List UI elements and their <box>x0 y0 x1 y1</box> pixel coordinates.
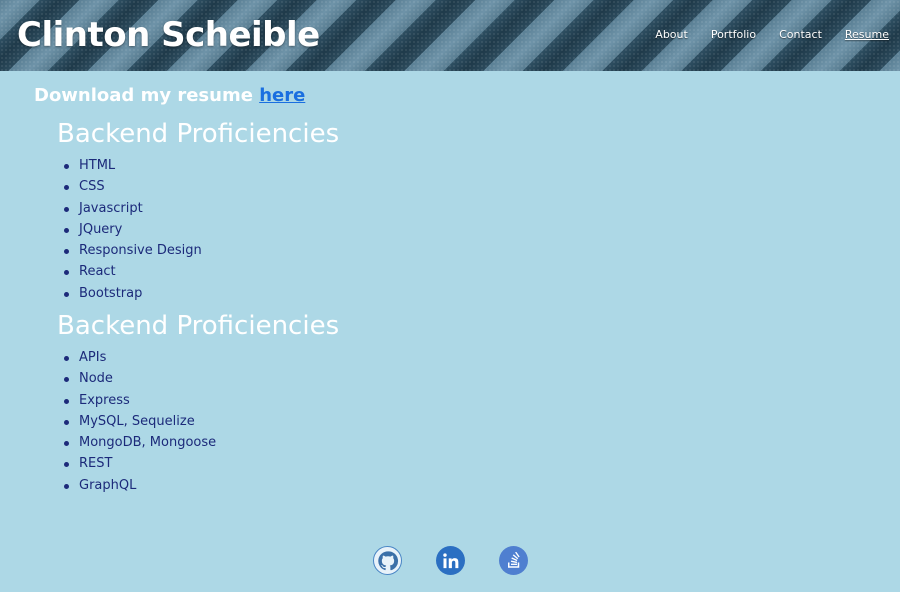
list-item: JQuery <box>57 219 202 240</box>
download-resume-text: Download my resume here <box>34 84 305 108</box>
list-item: MySQL, Sequelize <box>57 411 216 432</box>
section-title-backend: Backend Proficiencies <box>57 311 340 341</box>
list-item: GraphQL <box>57 475 216 496</box>
proficiency-list-2: APIs Node Express MySQL, Sequelize Mongo… <box>57 347 216 496</box>
list-item: REST <box>57 453 216 474</box>
site-header: Clinton Scheible About Portfolio Contact… <box>0 0 900 71</box>
list-item: Responsive Design <box>57 240 202 261</box>
list-item: Javascript <box>57 198 202 219</box>
nav-resume[interactable]: Resume <box>845 28 889 42</box>
download-label: Download my resume <box>34 85 260 106</box>
nav-contact[interactable]: Contact <box>779 28 822 42</box>
list-item: HTML <box>57 155 202 176</box>
list-item: Bootstrap <box>57 283 202 304</box>
list-item: MongoDB, Mongoose <box>57 432 216 453</box>
site-title: Clinton Scheible <box>17 15 320 55</box>
proficiency-list-1: HTML CSS Javascript JQuery Responsive De… <box>57 155 202 304</box>
list-item: Node <box>57 368 216 389</box>
social-links <box>373 546 528 575</box>
list-item: APIs <box>57 347 216 368</box>
main-nav: About Portfolio Contact Resume <box>655 28 889 42</box>
github-icon[interactable] <box>373 546 402 575</box>
list-item: React <box>57 261 202 282</box>
list-item: Express <box>57 390 216 411</box>
list-item: CSS <box>57 176 202 197</box>
section-title-frontend: Backend Proficiencies <box>57 119 340 149</box>
linkedin-icon[interactable] <box>436 546 465 575</box>
download-resume-link[interactable]: here <box>259 85 305 106</box>
nav-about[interactable]: About <box>655 28 688 42</box>
stackoverflow-icon[interactable] <box>499 546 528 575</box>
nav-portfolio[interactable]: Portfolio <box>711 28 756 42</box>
